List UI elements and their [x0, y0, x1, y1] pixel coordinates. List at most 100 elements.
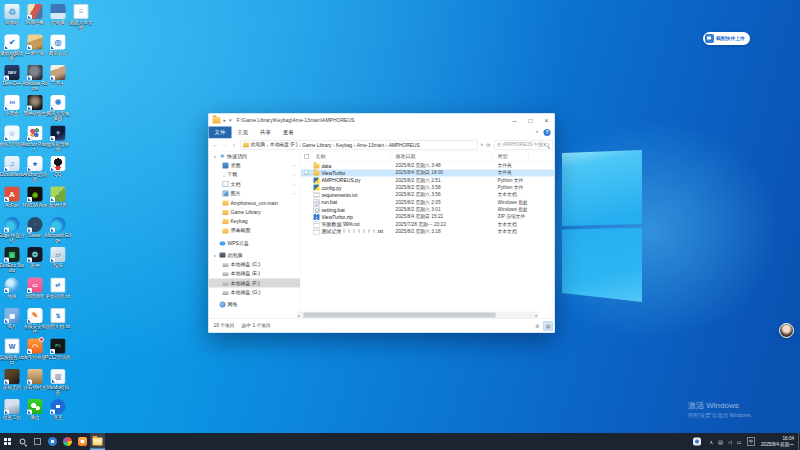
taskbar-clock[interactable]: 16:04 2025/8/4 星期一 [761, 436, 794, 447]
address-dropdown-icon[interactable]: ˅ [480, 142, 483, 148]
sidebar-item-图片[interactable]: 图片✓ [209, 189, 301, 198]
refresh-icon[interactable]: ⟳ [486, 142, 490, 148]
details-view-button[interactable]: ▦ [544, 321, 553, 330]
desktop-icon-update-notes-file[interactable]: ⇄更新说明.txt [45, 278, 71, 299]
help-icon[interactable]: ? [544, 129, 551, 136]
back-button[interactable]: ← [213, 141, 219, 148]
task-view-button[interactable] [30, 433, 45, 450]
sidebar-section-network[interactable]: 网络 [209, 300, 301, 309]
taskbar-app-colorful[interactable] [60, 433, 75, 450]
desktop-icon-quark[interactable]: 夸克 [45, 399, 71, 420]
breadcrumb-item[interactable]: Ame-13main [357, 142, 384, 148]
sidebar-section-cloud[interactable]: WPS云盘 [209, 238, 301, 247]
taskbar-search-button[interactable] [15, 433, 30, 450]
sidebar-item-本地磁盘 (F:)[interactable]: 本地磁盘 (F:) [209, 278, 301, 287]
shortcut-arrow-icon [50, 45, 55, 50]
maximize-button[interactable]: □ [523, 114, 539, 127]
qat-icon-2[interactable]: ▾ [229, 117, 232, 123]
quark-icon [51, 399, 66, 414]
taskbar-file-explorer[interactable] [90, 433, 105, 450]
column-header-name[interactable]: 名称 [301, 152, 391, 162]
floating-avatar[interactable] [779, 323, 794, 338]
sidebar-item-Game Library[interactable]: Game Library [209, 207, 301, 216]
desktop-icon-cast-device[interactable]: ▱投屏 [45, 247, 71, 268]
menu-共享[interactable]: 共享 [254, 126, 277, 138]
screenshot-upload-pill[interactable]: 截图快传上传 [703, 32, 750, 45]
desktop-icon-new-text-file[interactable]: ≡新建文本文档 [68, 4, 94, 30]
sidebar-item-本地磁盘 (E:)[interactable]: 本地磁盘 (E:) [209, 269, 301, 278]
column-header-date[interactable]: 修改日期 [391, 152, 493, 162]
shortcut-arrow-icon [27, 258, 32, 263]
desktop-icon-pcl2[interactable]: PCPCL2启动器 [45, 338, 71, 359]
file-row-AMPHOREUS.py[interactable]: AMPHOREUS.py2025/8/2 星期六 2:51Python 文件 [301, 177, 555, 184]
taskbar-app-blue[interactable] [45, 433, 60, 450]
file-date: 2025/8/2 星期六 3:56 [396, 192, 441, 199]
breadcrumb-item[interactable]: 本地磁盘 (F:) [270, 142, 298, 149]
breadcrumb-item[interactable]: AMPHOREUS [389, 142, 420, 148]
expand-ribbon-icon[interactable]: ˅ [536, 130, 539, 136]
file-row-ViewTurbo.zip[interactable]: ViewTurbo.zip2025/8/4 星期日 15:21ZIP 压缩文件 [301, 213, 555, 220]
file-name: data [322, 163, 332, 169]
file-row-requirements.txt[interactable]: requirements.txt2025/8/2 星期六 3:56文本文档 [301, 191, 555, 198]
desktop-icon-star-rail[interactable]: ✧崩坏星穹铁道 [45, 126, 71, 152]
breadcrumb-item[interactable]: Game Library [302, 142, 331, 148]
horizontal-scrollbar[interactable]: ◂ ▸ [297, 312, 539, 319]
file-row-实验数据 99%.txt[interactable]: 实验数据 99%.txt2025/7/28 星期一 23:22文本文档 [301, 221, 555, 228]
title-bar[interactable]: ▸ ▾ F:\Game Library\Keybag\Ame-13main\AM… [209, 114, 555, 127]
select-all-checkbox[interactable] [305, 154, 310, 159]
sidebar-item-文档[interactable]: 文档✓ [209, 179, 301, 188]
breadcrumb-item[interactable]: Keybag [336, 142, 352, 148]
sidebar-item-Keybag[interactable]: Keybag [209, 217, 301, 226]
sidebar-item-屏幕截图[interactable]: 屏幕截图 [209, 226, 301, 235]
tray-app-icon[interactable] [693, 438, 701, 446]
minecraft-icon [51, 186, 66, 201]
desktop-icon-minecraft[interactable]: 我的世界 [45, 186, 71, 207]
sidebar-item-下载[interactable]: ↓下载✓ [209, 170, 301, 179]
close-button[interactable]: × [539, 114, 555, 127]
forward-button[interactable]: → [223, 141, 229, 148]
scrollbar-thumb[interactable] [304, 313, 496, 318]
scroll-right-arrow[interactable]: ▸ [535, 313, 537, 318]
desktop-icon-qq[interactable]: QQ [45, 156, 71, 177]
search-box[interactable]: 在 AMPHOREUS 中搜索 [494, 140, 552, 149]
file-row-run.bat[interactable]: run.bat2025/8/2 星期六 2:05Windows 批处理文件 [301, 199, 555, 206]
sidebar-item-桌面[interactable]: 桌面✓ [209, 161, 301, 170]
file-row-ViewTurbo[interactable]: ✓ViewTurbo2025/8/4 星期日 18:00文件夹 [301, 169, 555, 176]
desktop-icon-mumu-emulator[interactable]: ▥MuMu模拟器 [45, 369, 71, 395]
sidebar-section-star[interactable]: ∨★快速访问 [209, 152, 301, 161]
desktop-icon-microsoft-edge[interactable]: Microsoft Edge [45, 217, 71, 243]
taskbar-app-orange[interactable] [75, 433, 90, 450]
sidebar-item-本地磁盘 (G:)[interactable]: 本地磁盘 (G:) [209, 288, 301, 297]
breadcrumb-item[interactable]: 此电脑 [251, 142, 265, 149]
menu-查看[interactable]: 查看 [277, 126, 300, 138]
row-checkbox[interactable]: ✓ [305, 171, 310, 176]
menu-主页[interactable]: 主页 [231, 126, 254, 138]
start-button[interactable] [0, 433, 15, 450]
up-button[interactable]: ↑ [233, 142, 236, 148]
menu-文件[interactable]: 文件 [209, 126, 232, 138]
desktop-icon-game-march7[interactable]: 三月七 [45, 65, 71, 86]
message-icon[interactable]: ▭ [737, 439, 742, 445]
address-bar[interactable]: 此电脑›本地磁盘 (F:)›Game Library›Keybag›Ame-13… [240, 140, 477, 149]
file-row-config.py[interactable]: config.py2025/8/2 星期六 3:58Python 文件 [301, 184, 555, 191]
volume-icon[interactable]: ◁ [728, 439, 732, 445]
sidebar-item-Amphoreus_uni-main[interactable]: Amphoreus_uni-main [209, 198, 301, 207]
list-view-button[interactable]: ≣ [533, 321, 542, 330]
sidebar-item-本地磁盘 (C:)[interactable]: 本地磁盘 (C:) [209, 260, 301, 269]
desktop-icon-readme-file[interactable]: ⇅说明文档.txt [45, 308, 71, 329]
scroll-left-arrow[interactable]: ◂ [298, 313, 300, 318]
file-row-setting.bat[interactable]: setting.bat2025/8/2 星期六 3:01Windows 批处理文… [301, 206, 555, 213]
input-method-indicator[interactable]: 中 [747, 438, 755, 446]
desktop-icon-tencent-meeting[interactable]: ◎腾讯会议 [45, 34, 71, 55]
hidden-icons-chevron[interactable]: ∧ [710, 439, 714, 445]
file-row-测试记录！！！！！！！.txt[interactable]: 测试记录！！！！！！！.txt2025/8/2 星期六 3:18文本文档 [301, 228, 555, 235]
mumu-emulator-icon: ▥ [51, 369, 66, 384]
file-row-data[interactable]: data2025/8/2 星期六 3:48文件夹 [301, 162, 555, 169]
desktop-icon-yuanbao[interactable]: ❋腾讯元宝电脑版 [45, 95, 71, 121]
network-icon[interactable]: ▤ [718, 439, 723, 445]
sidebar-section-computer[interactable]: ∨此电脑 [209, 250, 301, 259]
file-explorer-icon [93, 438, 103, 446]
column-header-type[interactable]: 类型 [493, 152, 529, 162]
minimize-button[interactable]: – [507, 114, 523, 127]
qat-icon-1[interactable]: ▸ [224, 117, 227, 123]
